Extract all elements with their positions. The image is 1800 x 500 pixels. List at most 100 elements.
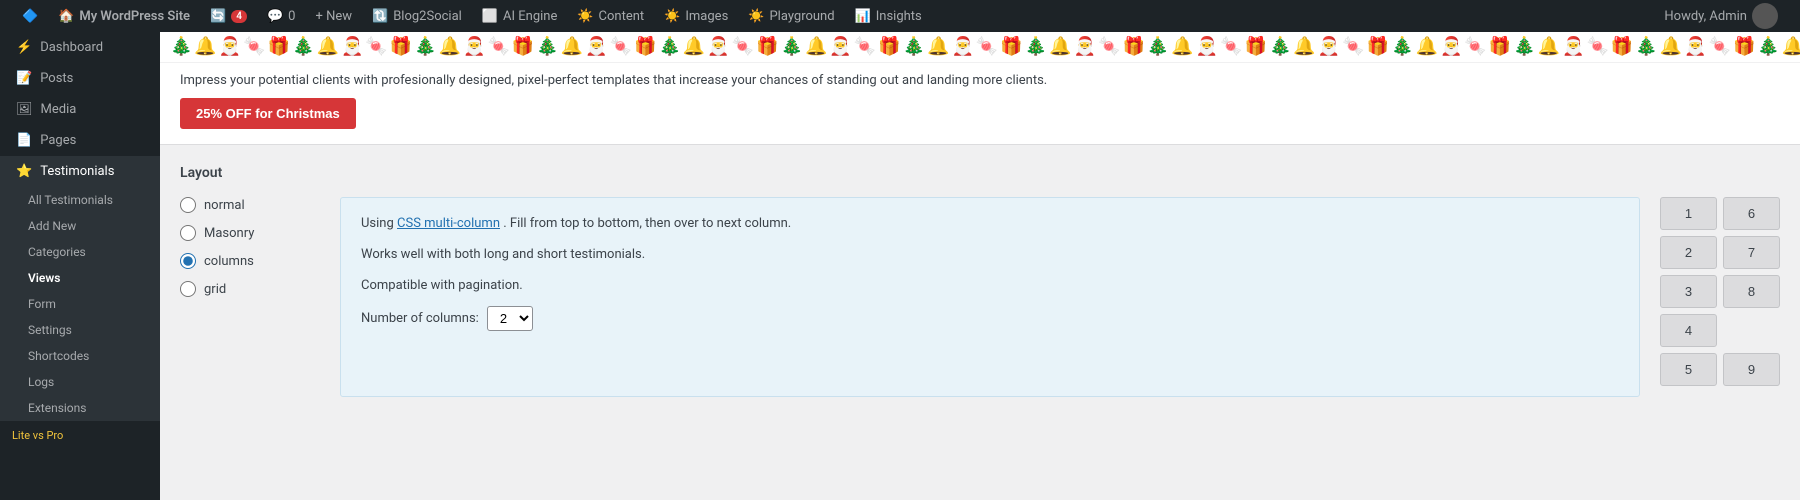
playground-icon: ☀️ bbox=[748, 9, 764, 24]
decoration-icon: 🎁 bbox=[1489, 38, 1511, 56]
blog2social-icon: 🔃 bbox=[372, 9, 388, 24]
decoration-icon: 🎅 bbox=[463, 38, 485, 56]
sidebar-item-categories[interactable]: Categories bbox=[0, 239, 160, 265]
images-icon: ☀️ bbox=[664, 9, 680, 24]
testimonials-icon: ⭐ bbox=[16, 164, 32, 179]
num-btn-2[interactable]: 2 bbox=[1660, 236, 1717, 269]
decoration-icon: 🔔 bbox=[561, 38, 583, 56]
sidebar-item-extensions[interactable]: Extensions bbox=[0, 395, 160, 421]
layout-option-masonry-label: Masonry bbox=[204, 226, 254, 241]
insights-icon: 📊 bbox=[855, 9, 871, 24]
num-btn-6[interactable]: 6 bbox=[1723, 197, 1780, 230]
decoration-icon: 🎅 bbox=[219, 38, 241, 56]
playground-item[interactable]: ☀️ Playground bbox=[738, 0, 844, 32]
content-inner: 🎄🔔🎅🍬🎁🎄🔔🎅🍬🎁🎄🔔🎅🍬🎁🎄🔔🎅🍬🎁🎄🔔🎅🍬🎁🎄🔔🎅🍬🎁🎄🔔🎅🍬🎁🎄🔔🎅🍬🎁… bbox=[160, 32, 1800, 417]
decoration-icon: 🎄 bbox=[1635, 38, 1657, 56]
decoration-icon: 🎄 bbox=[1025, 38, 1047, 56]
decoration-icon: 🔔 bbox=[1049, 38, 1071, 56]
site-name[interactable]: 🏠 My WordPress Site bbox=[48, 0, 200, 32]
decoration-icon: 🎅 bbox=[1562, 38, 1584, 56]
admin-bar: 🔷 🏠 My WordPress Site 🔄 4 💬 0 + New 🔃 Bl… bbox=[0, 0, 1800, 32]
info-after: . Fill from top to bottom, then over to … bbox=[503, 216, 791, 231]
comments-icon: 💬 bbox=[267, 9, 283, 24]
decoration-icon: 🎄 bbox=[414, 38, 436, 56]
insights-item[interactable]: 📊 Insights bbox=[845, 0, 932, 32]
layout-option-columns[interactable]: columns bbox=[180, 253, 320, 269]
sidebar-item-testimonials[interactable]: ⭐ Testimonials bbox=[0, 156, 160, 187]
sidebar-item-shortcodes[interactable]: Shortcodes bbox=[0, 343, 160, 369]
sidebar-item-settings[interactable]: Settings bbox=[0, 317, 160, 343]
layout-option-normal[interactable]: normal bbox=[180, 197, 320, 213]
decoration-icon: 🎄 bbox=[1513, 38, 1535, 56]
decoration-icon: 🎁 bbox=[1000, 38, 1022, 56]
sidebar-item-lite-vs-pro[interactable]: Lite vs Pro bbox=[0, 421, 160, 450]
decoration-icon: 🔔 bbox=[439, 38, 461, 56]
decoration-icon: 🔔 bbox=[805, 38, 827, 56]
sidebar-item-views[interactable]: Views bbox=[0, 265, 160, 291]
wp-logo[interactable]: 🔷 bbox=[12, 0, 48, 32]
decoration-icon: 🔔 bbox=[927, 38, 949, 56]
num-btn-empty bbox=[1723, 314, 1780, 347]
sidebar-item-add-new[interactable]: Add New bbox=[0, 213, 160, 239]
css-multicolumn-link[interactable]: CSS multi-column bbox=[397, 216, 500, 231]
sidebar-item-form[interactable]: Form bbox=[0, 291, 160, 317]
layout-option-masonry[interactable]: Masonry bbox=[180, 225, 320, 241]
sidebar-item-logs[interactable]: Logs bbox=[0, 369, 160, 395]
sidebar-item-dashboard[interactable]: ⚡ Dashboard bbox=[0, 32, 160, 63]
posts-icon: 📝 bbox=[16, 71, 32, 86]
num-btn-8[interactable]: 8 bbox=[1723, 275, 1780, 308]
decoration-icon: 🎅 bbox=[1440, 38, 1462, 56]
layout-info-line3: Compatible with pagination. bbox=[361, 276, 1619, 297]
decoration-icon: 🎄 bbox=[903, 38, 925, 56]
layout-section: Layout normal Masonry columns bbox=[160, 145, 1800, 417]
decoration-icon: 🎁 bbox=[512, 38, 534, 56]
new-content-item[interactable]: + New bbox=[305, 0, 362, 32]
layout-radio-normal[interactable] bbox=[180, 197, 196, 213]
layout-option-columns-label: columns bbox=[204, 254, 254, 269]
decoration-icon: 🎁 bbox=[878, 38, 900, 56]
decoration-icon: 🎄 bbox=[292, 38, 314, 56]
howdy-item[interactable]: Howdy, Admin bbox=[1654, 0, 1788, 32]
sidebar-item-posts[interactable]: 📝 Posts bbox=[0, 63, 160, 94]
decoration-icon: 🔔 bbox=[1293, 38, 1315, 56]
num-btn-3[interactable]: 3 bbox=[1660, 275, 1717, 308]
sidebar-item-pages[interactable]: 📄 Pages bbox=[0, 125, 160, 156]
decoration-icon: 🍬 bbox=[732, 38, 754, 56]
num-btn-9[interactable]: 9 bbox=[1723, 353, 1780, 386]
decoration-icon: 🎅 bbox=[585, 38, 607, 56]
decoration-icon: 🎁 bbox=[634, 38, 656, 56]
christmas-cta-button[interactable]: 25% OFF for Christmas bbox=[180, 98, 356, 129]
decoration-icon: 🎅 bbox=[952, 38, 974, 56]
updates-item[interactable]: 🔄 4 bbox=[200, 0, 257, 32]
layout-option-normal-label: normal bbox=[204, 198, 245, 213]
layout-info-box: Using CSS multi-column . Fill from top t… bbox=[340, 197, 1640, 397]
images-item[interactable]: ☀️ Images bbox=[654, 0, 738, 32]
decoration-icon: 🔔 bbox=[194, 38, 216, 56]
content-item[interactable]: ☀️ Content bbox=[567, 0, 654, 32]
decoration-icon: 🎁 bbox=[1367, 38, 1389, 56]
decoration-icon: 🔔 bbox=[1171, 38, 1193, 56]
sidebar-item-media[interactable]: 🖼 Media bbox=[0, 94, 160, 125]
layout-radio-grid[interactable] bbox=[180, 281, 196, 297]
num-btn-1[interactable]: 1 bbox=[1660, 197, 1717, 230]
ai-engine-item[interactable]: ⬜ AI Engine bbox=[472, 0, 568, 32]
layout-radio-columns[interactable] bbox=[180, 253, 196, 269]
site-icon: 🏠 bbox=[58, 9, 74, 24]
num-btn-5[interactable]: 5 bbox=[1660, 353, 1717, 386]
num-btn-7[interactable]: 7 bbox=[1723, 236, 1780, 269]
layout-radio-masonry[interactable] bbox=[180, 225, 196, 241]
comments-item[interactable]: 💬 0 bbox=[257, 0, 306, 32]
layout-option-grid[interactable]: grid bbox=[180, 281, 320, 297]
main-content: 🎄🔔🎅🍬🎁🎄🔔🎅🍬🎁🎄🔔🎅🍬🎁🎄🔔🎅🍬🎁🎄🔔🎅🍬🎁🎄🔔🎅🍬🎁🎄🔔🎅🍬🎁🎄🔔🎅🍬🎁… bbox=[160, 32, 1800, 500]
decoration-icon: 🎅 bbox=[341, 38, 363, 56]
dashboard-icon: ⚡ bbox=[16, 40, 32, 55]
layout-info-line1: Using CSS multi-column . Fill from top t… bbox=[361, 214, 1619, 235]
sidebar-item-all-testimonials[interactable]: All Testimonials bbox=[0, 187, 160, 213]
decoration-icon: 🎁 bbox=[390, 38, 412, 56]
decoration-icon: 🎅 bbox=[707, 38, 729, 56]
decoration-icon: 🔔 bbox=[1538, 38, 1560, 56]
num-btn-4[interactable]: 4 bbox=[1660, 314, 1717, 347]
layout-content: normal Masonry columns grid bbox=[180, 197, 1780, 397]
columns-select[interactable]: 2 3 4 bbox=[487, 306, 533, 331]
blog2social-item[interactable]: 🔃 Blog2Social bbox=[362, 0, 472, 32]
